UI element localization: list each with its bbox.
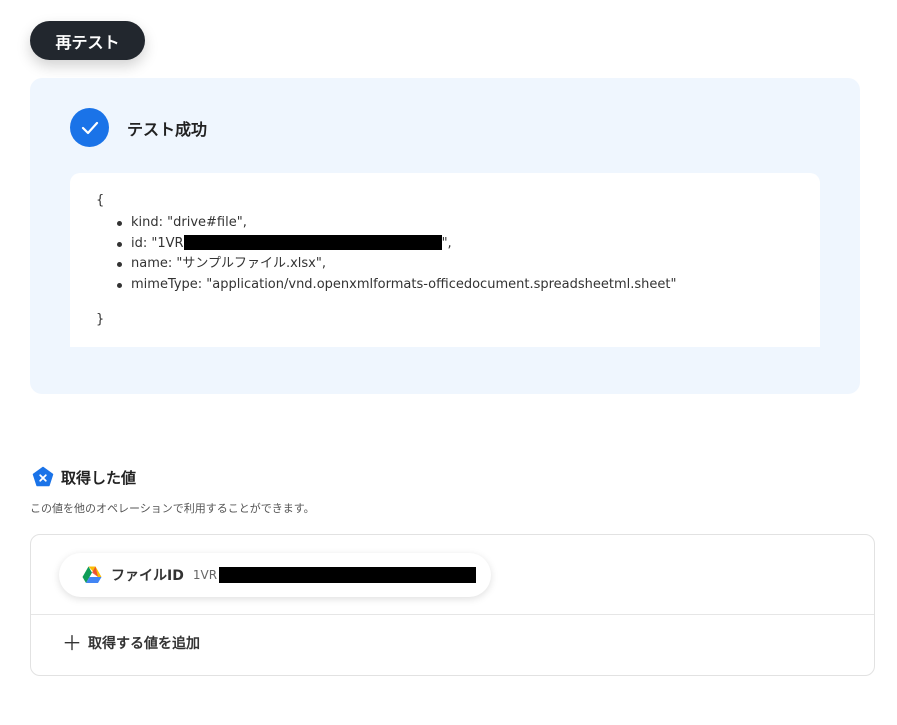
add-value-button[interactable]: ＋ 取得する値を追加 [62, 633, 200, 653]
retest-button[interactable]: 再テスト [30, 21, 145, 60]
chip-value: 1VR [192, 567, 477, 583]
json-field-mimetype: mimeType: "application/vnd.openxmlformat… [116, 275, 676, 296]
json-field-kind: kind: "drive#file", [116, 213, 676, 234]
chip-value-prefix: 1VR [192, 568, 218, 582]
divider [31, 614, 874, 615]
success-title: テスト成功 [127, 119, 208, 139]
add-value-label: 取得する値を追加 [88, 636, 200, 652]
json-field-id: id: "1VR ", [116, 234, 676, 255]
json-field-list: kind: "drive#file", id: "1VR ", name: "サン… [116, 213, 676, 296]
json-output: { kind: "drive#file", id: "1VR ", name: "… [70, 173, 820, 347]
redacted-block [183, 234, 442, 250]
acquired-values-title: 取得した値 [61, 468, 137, 487]
json-brace-open: { [96, 193, 105, 208]
pentagon-x-icon [32, 466, 54, 487]
google-drive-icon [82, 566, 102, 583]
chip-label: ファイルID [111, 568, 184, 584]
acquired-values-header: 取得した値 [32, 466, 136, 488]
plus-icon: ＋ [62, 631, 82, 655]
file-id-chip[interactable]: ファイルID 1VR [59, 553, 491, 597]
check-icon [70, 108, 109, 147]
test-result-panel: テスト成功 { kind: "drive#file", id: "1VR ", n… [30, 78, 860, 394]
acquired-values-description: この値を他のオペレーションで利用することができます。 [30, 502, 315, 515]
acquired-values-box: ファイルID 1VR ＋ 取得する値を追加 [30, 534, 875, 676]
json-brace-close: } [96, 312, 105, 327]
success-header: テスト成功 [70, 108, 207, 147]
json-field-name: name: "サンプルファイル.xlsx", [116, 254, 676, 275]
json-field-id-suffix: ", [441, 235, 452, 251]
redacted-block [219, 567, 477, 583]
json-field-id-prefix: id: "1VR [131, 235, 184, 251]
